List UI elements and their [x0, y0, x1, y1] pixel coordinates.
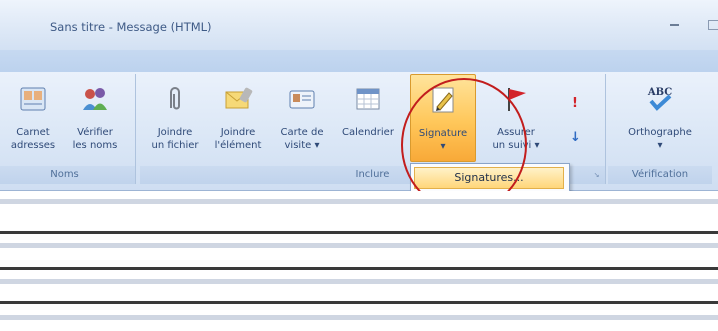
address-book-button[interactable]: Carnet adresses: [2, 74, 64, 162]
dialog-launcher-icon[interactable]: ↘: [592, 171, 601, 180]
field-separator: [0, 199, 718, 204]
follow-up-label-1: Assurer: [497, 127, 535, 138]
calendar-button[interactable]: Calendrier: [336, 74, 400, 162]
check-names-icon: [83, 88, 107, 110]
signature-button-active[interactable]: Signature ▾: [410, 74, 476, 162]
title-bar: Sans titre - Message (HTML): [0, 0, 718, 50]
spelling-label-2: ▾: [657, 140, 663, 151]
calendar-label-1: Calendrier: [342, 127, 394, 138]
signatures-menu-item[interactable]: Signatures...: [414, 167, 564, 189]
low-importance-icon[interactable]: ↓: [570, 130, 581, 145]
follow-up-button[interactable]: Assurer un suivi ▾: [480, 74, 552, 162]
signature-label-2: ▾: [440, 141, 446, 152]
ribbon-tab-strip: [0, 50, 718, 72]
attach-file-label-1: Joindre: [157, 127, 193, 138]
business-card-label-1: Carte de: [280, 127, 324, 138]
signature-pen-icon: [432, 87, 454, 113]
maximize-button[interactable]: [708, 20, 718, 30]
calendar-icon: [356, 88, 380, 110]
group-noms: Carnet adresses Vérifier les noms Noms: [0, 74, 136, 184]
address-book-label-2: adresses: [10, 140, 56, 151]
high-importance-icon[interactable]: !: [572, 96, 578, 111]
attach-file-label-2: un fichier: [151, 140, 199, 151]
field-line: [0, 267, 718, 270]
envelope-icon: [225, 87, 253, 109]
business-card-button[interactable]: Carte de visite ▾: [270, 74, 334, 162]
address-book-icon: [20, 87, 46, 111]
field-line: [0, 231, 718, 234]
attach-file-button[interactable]: Joindre un fichier: [144, 74, 206, 162]
check-names-label-1: Vérifier: [77, 127, 113, 138]
message-body[interactable]: [0, 191, 718, 331]
group-label-noms: Noms: [0, 166, 135, 184]
spelling-button[interactable]: ABC Orthographe ▾: [614, 74, 706, 162]
business-card-label-2: visite ▾: [284, 140, 320, 151]
check-names-label-2: les noms: [72, 140, 118, 151]
check-names-button[interactable]: Vérifier les noms: [64, 74, 126, 162]
paperclip-icon: [170, 87, 180, 110]
attach-item-button[interactable]: Joindre l'élément: [206, 74, 270, 162]
window-title: Sans titre - Message (HTML): [50, 20, 212, 34]
follow-up-label-2: un suivi ▾: [492, 140, 540, 151]
ribbon: Carnet adresses Vérifier les noms Noms J…: [0, 72, 718, 191]
signature-dropdown-menu: Signatures...: [410, 163, 570, 193]
spelling-label-1: Orthographe: [628, 127, 692, 138]
spelling-abc-icon: ABC: [647, 87, 672, 111]
group-verification: ABC Orthographe ▾ Vérification: [608, 74, 712, 184]
field-separator: [0, 279, 718, 284]
signature-label-1: Signature: [418, 128, 468, 139]
minimize-button[interactable]: [670, 24, 679, 26]
group-label-verification: Vérification: [608, 166, 712, 184]
field-line: [0, 301, 718, 304]
address-book-label-1: Carnet: [16, 127, 50, 138]
business-card-icon: [289, 90, 315, 109]
attach-item-label-2: l'élément: [214, 140, 262, 151]
follow-up-flag-icon: [508, 88, 526, 111]
field-separator: [0, 243, 718, 248]
attach-item-label-1: Joindre: [220, 127, 256, 138]
field-separator: [0, 315, 718, 320]
